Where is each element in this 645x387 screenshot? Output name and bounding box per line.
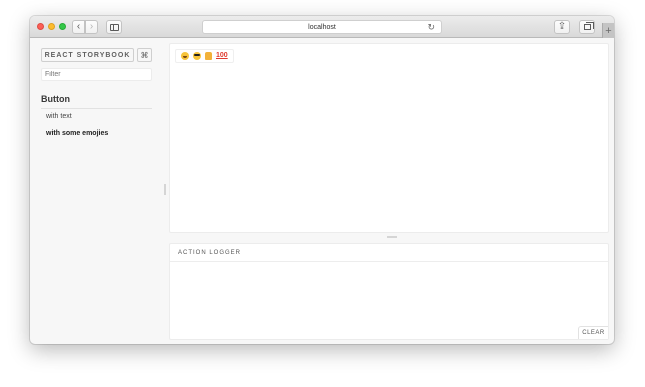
grinning-face-icon <box>181 52 189 60</box>
zoom-window-button[interactable] <box>59 23 66 30</box>
address-bar-url: localhost <box>308 23 336 31</box>
minimize-window-button[interactable] <box>48 23 55 30</box>
action-logger-title: ACTION LOGGER <box>170 244 608 262</box>
clear-button[interactable]: CLEAR <box>578 326 608 339</box>
story-preview-panel: 100 <box>169 43 609 233</box>
close-window-button[interactable] <box>37 23 44 30</box>
story-item-with-text[interactable]: with text <box>46 113 72 120</box>
story-item-with-some-emojies[interactable]: with some emojies <box>46 130 108 137</box>
sunglasses-face-icon <box>193 52 201 60</box>
hundred-points-icon: 100 <box>216 52 228 59</box>
reload-icon[interactable]: ↻ <box>427 22 435 33</box>
action-logger-panel: ACTION LOGGER CLEAR <box>169 243 609 340</box>
filter-input[interactable] <box>41 68 152 81</box>
new-tab-icon[interactable]: + <box>602 23 614 38</box>
show-tabs-button[interactable] <box>579 20 595 34</box>
sidebar-toggle-icon <box>109 23 119 31</box>
tabs-icon <box>583 22 594 30</box>
address-bar[interactable]: localhost ↻ <box>202 20 442 34</box>
sidebar-resize-handle[interactable] <box>164 184 166 195</box>
share-icon[interactable]: ⇪ <box>554 20 570 34</box>
forward-icon[interactable]: › <box>85 20 98 34</box>
panel-resize-handle[interactable] <box>387 236 397 238</box>
storybook-title-button[interactable]: REACT STORYBOOK <box>41 48 134 62</box>
browser-toolbar: ‹ › localhost ↻ ⇪ + <box>30 16 614 38</box>
browser-window: ‹ › localhost ↻ ⇪ + REACT STORYBOOK ⌘ Bu… <box>30 16 614 344</box>
sidebar-toggle-button[interactable] <box>106 20 122 34</box>
thumbs-up-icon <box>205 52 212 60</box>
back-icon[interactable]: ‹ <box>72 20 85 34</box>
emoji-button[interactable]: 100 <box>175 49 234 63</box>
story-kind-heading[interactable]: Button <box>41 94 152 109</box>
keyboard-shortcuts-button[interactable]: ⌘ <box>137 48 152 62</box>
